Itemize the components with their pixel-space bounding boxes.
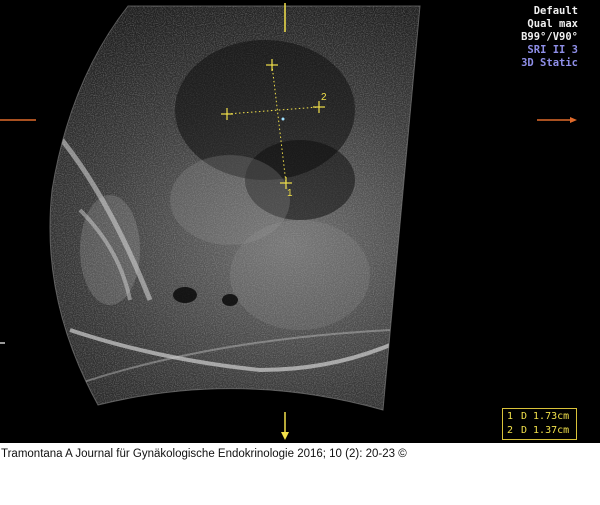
ultrasound-viewer: 1 2 Default Qual max B99°/V90° SRI II 3 3D S…	[0, 0, 600, 443]
measurement-index: 1	[507, 411, 514, 422]
measurement-row: 2 D 1.37cm	[507, 424, 576, 438]
measurement-index: 2	[507, 425, 514, 436]
info-line: Default	[533, 5, 578, 17]
caliper-label-1: 1	[287, 188, 293, 199]
image-caption: Tramontana A Journal für Gynäkologische …	[1, 448, 407, 460]
right-arrow-icon	[570, 117, 577, 123]
info-line: Qual max	[527, 18, 578, 30]
caliper-center-point	[281, 117, 285, 121]
info-line: 3D Static	[521, 57, 578, 69]
acquisition-info: Default Qual max B99°/V90° SRI II 3 3D Stati…	[521, 5, 578, 70]
bottom-arrow-icon	[281, 432, 289, 440]
measurement-value: D 1.37cm	[521, 425, 570, 436]
ultrasound-image: 1 2	[0, 3, 577, 440]
info-line: SRI II 3	[527, 44, 578, 56]
measurement-value: D 1.73cm	[521, 411, 570, 422]
measurement-row: 1 D 1.73cm	[507, 410, 576, 424]
measurement-results: 1 D 1.73cm 2 D 1.37cm	[502, 408, 577, 440]
caliper-label-2: 2	[321, 92, 327, 103]
info-line: B99°/V90°	[521, 31, 578, 43]
